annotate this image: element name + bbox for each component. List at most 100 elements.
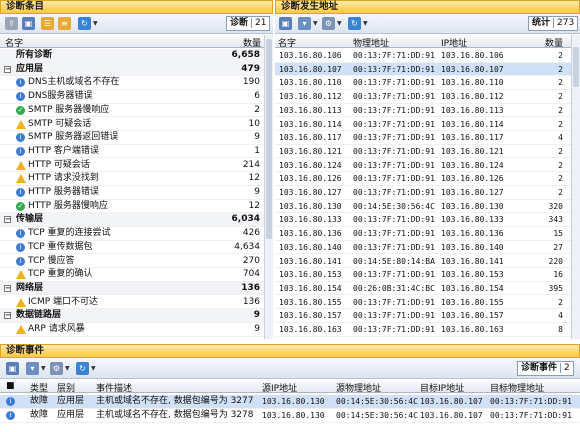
tree-view-icon[interactable]: ☰	[41, 17, 54, 30]
address-row[interactable]: 103.16.80.136 00:13:7F:71:DD:91 103.16.80.…	[275, 227, 571, 241]
settings-dropdown-icon[interactable]: ▼	[337, 20, 342, 27]
address-row[interactable]: 103.16.80.155 00:13:7F:71:DD:91 103.16.80.…	[275, 296, 571, 310]
layer-section-row[interactable]: − 应用层 479	[0, 62, 264, 77]
refresh-dropdown-icon[interactable]: ▼	[363, 20, 368, 27]
col-count-header[interactable]: 数量	[243, 36, 261, 49]
layer-section-row[interactable]: − 数据链路层 9	[0, 309, 264, 323]
refresh-dropdown-icon[interactable]: ▼	[93, 20, 98, 27]
diagnosis-row[interactable]: ICMP 端口不可达 136	[0, 296, 264, 310]
filter-icon[interactable]: ▾	[298, 17, 311, 30]
diagnosis-row[interactable]: i HTTP 客户端错误 1	[0, 145, 264, 159]
address-row[interactable]: 103.16.80.112 00:13:7F:71:DD:91 103.16.80.…	[275, 90, 571, 104]
save-icon[interactable]: ▣	[279, 17, 292, 30]
row-count: 6	[254, 91, 260, 102]
address-row[interactable]: 103.16.80.130 00:14:5E:30:56:4C 103.16.80.…	[275, 200, 571, 214]
statistics-badge[interactable]: 统计 273	[528, 16, 579, 31]
event-row[interactable]: i 故障 应用层 主机或域名不存在, 数据包编号为 3277 103.16.80.130…	[0, 395, 580, 409]
export-icon[interactable]: ⇪	[5, 17, 18, 30]
filter-dropdown-icon[interactable]: ▼	[41, 365, 46, 372]
col-layer-header[interactable]: 层别	[57, 381, 75, 394]
address-row[interactable]: 103.16.80.117 00:13:7F:71:DD:91 103.16.80.…	[275, 131, 571, 145]
collapse-icon[interactable]: −	[4, 216, 11, 224]
address-row[interactable]: 103.16.80.163 00:13:7F:71:DD:91 103.16.80.…	[275, 323, 571, 337]
row-name: 103.16.80.124	[279, 160, 342, 170]
event-row[interactable]: i 故障 应用层 主机或域名不存在, 数据包编号为 3278 103.16.80.130…	[0, 409, 580, 423]
list-view-icon[interactable]: ≡	[58, 17, 71, 30]
ok-icon: ✓	[16, 201, 25, 211]
address-row[interactable]: 103.16.80.154 00:26:0B:31:4C:BC 103.16.80.…	[275, 282, 571, 296]
event-cell: 00:13:7F:71:DD:91	[490, 397, 572, 406]
save-icon[interactable]: ▣	[6, 362, 19, 375]
diagnosis-row[interactable]: i TCP 重复的连接尝试 426	[0, 227, 264, 241]
diagnosis-row[interactable]: i HTTP 服务器错误 9	[0, 186, 264, 200]
collapse-icon[interactable]: −	[4, 65, 11, 73]
diagnosis-row[interactable]: i TCP 重传数据包 4,634	[0, 241, 264, 255]
col-dstmac-header[interactable]: 目标物理地址	[490, 381, 544, 394]
col-name-header[interactable]: 名字	[278, 36, 296, 49]
col-srcmac-header[interactable]: 源物理地址	[336, 381, 381, 394]
address-row[interactable]: 103.16.80.121 00:13:7F:71:DD:91 103.16.80.…	[275, 145, 571, 159]
diagnosis-row[interactable]: ✓ SMTP 服务器慢响应 2	[0, 104, 264, 118]
diagnosis-row[interactable]: i DNS服务器错误 6	[0, 90, 264, 104]
event-cell: 应用层	[57, 396, 85, 406]
row-count: 12	[248, 173, 260, 184]
address-row[interactable]: 103.16.80.140 00:13:7F:71:DD:91 103.16.80.…	[275, 241, 571, 255]
settings-icon[interactable]: ⚙	[322, 17, 335, 30]
col-dstip-header[interactable]: 目标IP地址	[420, 381, 464, 394]
address-row[interactable]: 103.16.80.113 00:13:7F:71:DD:91 103.16.80.…	[275, 104, 571, 118]
col-srcip-header[interactable]: 源IP地址	[262, 381, 297, 394]
diagnosis-row[interactable]: HTTP 请求没找到 12	[0, 172, 264, 186]
diagnosis-row[interactable]: TCP 重复的确认 704	[0, 268, 264, 282]
col-name-header[interactable]: 名字	[5, 36, 23, 49]
layer-section-row[interactable]: − 网络层 136	[0, 281, 264, 296]
diagnosis-row[interactable]: ✓ HTTP 服务器慢响应 12	[0, 200, 264, 214]
refresh-dropdown-icon[interactable]: ▼	[91, 365, 96, 372]
col-desc-header[interactable]: 事件描述	[96, 381, 132, 394]
refresh-icon[interactable]: ↻	[76, 362, 89, 375]
col-mac-header[interactable]: 物理地址	[353, 36, 389, 49]
address-row[interactable]: 103.16.80.157 00:13:7F:71:DD:91 103.16.80.…	[275, 309, 571, 323]
address-row[interactable]: 103.16.80.106 00:13:7F:71:DD:91 103.16.80.…	[275, 49, 571, 63]
save-icon[interactable]: ▣	[22, 17, 35, 30]
refresh-icon[interactable]: ↻	[348, 17, 361, 30]
filter-icon[interactable]: ▾	[26, 362, 39, 375]
collapse-icon[interactable]: −	[4, 284, 11, 292]
address-row[interactable]: 103.16.80.153 00:13:7F:71:DD:91 103.16.80.…	[275, 268, 571, 282]
address-row[interactable]: 103.16.80.124 00:13:7F:71:DD:91 103.16.80.…	[275, 159, 571, 173]
left-scrollbar[interactable]	[264, 35, 273, 339]
all-diagnosis-row[interactable]: 所有诊断 6,658	[0, 49, 264, 63]
refresh-icon[interactable]: ↻	[78, 17, 91, 30]
right-scrollbar[interactable]	[571, 35, 580, 339]
row-label: 数据链路层	[16, 310, 62, 321]
row-label: 应用层	[16, 63, 44, 74]
diagnosis-row[interactable]: HTTP 可疑会话 214	[0, 159, 264, 173]
diagnosis-row[interactable]: i DNS主机或域名不存在 190	[0, 76, 264, 90]
diagnosis-row[interactable]: ARP 请求风暴 9	[0, 323, 264, 337]
address-row[interactable]: 103.16.80.107 00:13:7F:71:DD:91 103.16.80.…	[275, 62, 571, 77]
address-row[interactable]: 103.16.80.141 00:14:5E:80:14:BA 103.16.80.…	[275, 255, 571, 268]
row-count: 9	[254, 324, 260, 334]
diagnosis-row[interactable]: i TCP 慢应答 270	[0, 255, 264, 268]
info-icon: i	[16, 229, 25, 239]
col-type-header[interactable]: 类型	[30, 381, 48, 394]
info-icon: i	[6, 397, 15, 406]
settings-icon[interactable]: ⚙	[50, 362, 63, 375]
layer-section-row[interactable]: − 传输层 6,034	[0, 213, 264, 227]
events-badge[interactable]: 诊断事件 2	[517, 361, 574, 376]
collapse-icon[interactable]: −	[4, 312, 11, 320]
col-count-header[interactable]: 数量	[545, 36, 563, 49]
row-count: 10	[248, 118, 260, 129]
address-row[interactable]: 103.16.80.114 00:13:7F:71:DD:91 103.16.80.…	[275, 118, 571, 131]
address-row[interactable]: 103.16.80.126 00:13:7F:71:DD:91 103.16.80.…	[275, 172, 571, 186]
address-row[interactable]: 103.16.80.127 00:13:7F:71:DD:91 103.16.80.…	[275, 186, 571, 200]
diagnosis-row[interactable]: i SMTP 服务器返回错误 9	[0, 131, 264, 145]
col-ip-header[interactable]: IP地址	[441, 36, 467, 49]
filter-dropdown-icon[interactable]: ▼	[313, 20, 318, 27]
col-status-header[interactable]: ■	[6, 381, 15, 391]
diagnosis-badge[interactable]: 诊断 21	[226, 16, 271, 31]
info-icon: i	[6, 411, 15, 420]
diagnosis-row[interactable]: SMTP 可疑会话 10	[0, 118, 264, 131]
address-row[interactable]: 103.16.80.133 00:13:7F:71:DD:91 103.16.80.…	[275, 213, 571, 227]
address-row[interactable]: 103.16.80.110 00:13:7F:71:DD:91 103.16.80.…	[275, 76, 571, 90]
settings-dropdown-icon[interactable]: ▼	[65, 365, 70, 372]
